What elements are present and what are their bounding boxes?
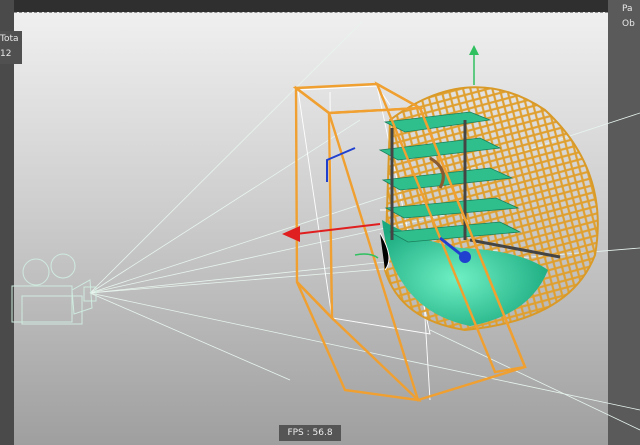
camera-icon[interactable] — [11, 253, 97, 325]
fps-counter: FPS : 56.8 — [279, 425, 341, 441]
stats-label: Tota — [0, 34, 19, 44]
panel-label-2: Ob — [622, 19, 635, 29]
sphere-object[interactable] — [378, 86, 599, 332]
scene-canvas[interactable] — [0, 0, 640, 445]
stats-panel-right: Pa Ob — [614, 2, 640, 38]
stats-value: 12 — [0, 49, 12, 59]
panel-label-1: Pa — [622, 4, 633, 14]
stats-panel-left: Tota 12 — [0, 31, 22, 64]
3d-viewport[interactable]: Tota 12 Pa Ob FPS : 56.8 — [0, 0, 640, 445]
